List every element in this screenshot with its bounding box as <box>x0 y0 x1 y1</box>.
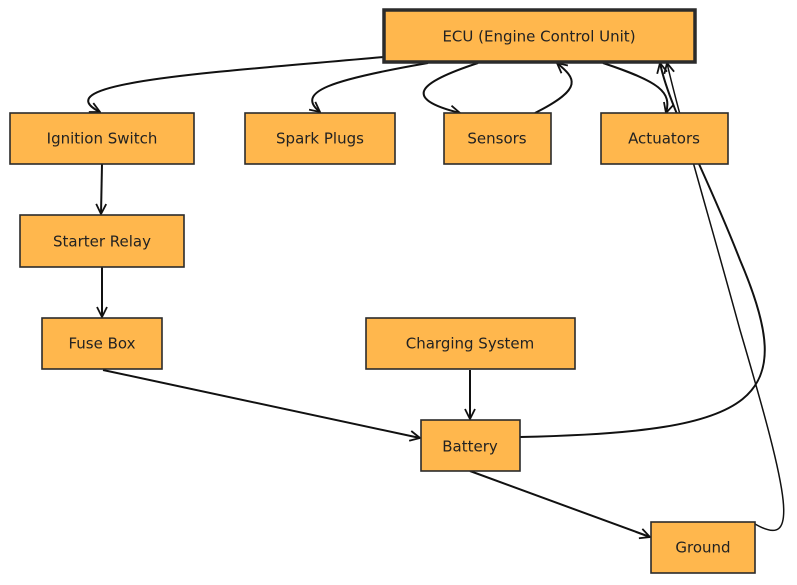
node-ecu[interactable]: ECU (Engine Control Unit) <box>382 8 697 64</box>
edge-battery-ground <box>469 470 650 537</box>
node-starter-relay[interactable]: Starter Relay <box>19 214 185 268</box>
edge-ecu-spark <box>312 62 429 112</box>
edge-fuse-battery <box>102 369 420 438</box>
edge-ignition-starter <box>101 163 102 214</box>
node-actuators[interactable]: Actuators <box>600 112 729 165</box>
node-spark-plugs[interactable]: Spark Plugs <box>244 112 396 165</box>
node-label: Ignition Switch <box>47 130 158 148</box>
edge-ecu-ignition <box>87 56 385 112</box>
node-label: Actuators <box>628 130 700 148</box>
edge-sensors-ecu <box>534 63 573 114</box>
node-label: ECU (Engine Control Unit) <box>442 28 635 46</box>
diagram-canvas: ECU (Engine Control Unit) Ignition Switc… <box>9 8 785 574</box>
edge-ecu-sensors <box>422 62 479 113</box>
node-label: Spark Plugs <box>276 130 364 148</box>
node-sensors[interactable]: Sensors <box>443 112 552 165</box>
node-label: Battery <box>442 438 498 456</box>
node-battery[interactable]: Battery <box>420 419 521 472</box>
node-ground[interactable]: Ground <box>650 521 756 574</box>
node-label: Sensors <box>467 130 526 148</box>
nodes: ECU (Engine Control Unit) Ignition Switc… <box>9 8 756 574</box>
node-label: Fuse Box <box>68 335 135 353</box>
edge-ecu-actuators <box>602 62 667 113</box>
node-label: Ground <box>675 539 730 557</box>
node-ignition-switch[interactable]: Ignition Switch <box>9 112 195 165</box>
node-fuse-box[interactable]: Fuse Box <box>41 317 163 370</box>
node-label: Starter Relay <box>53 233 151 251</box>
node-label: Charging System <box>406 335 535 353</box>
node-charging-system[interactable]: Charging System <box>365 317 576 370</box>
